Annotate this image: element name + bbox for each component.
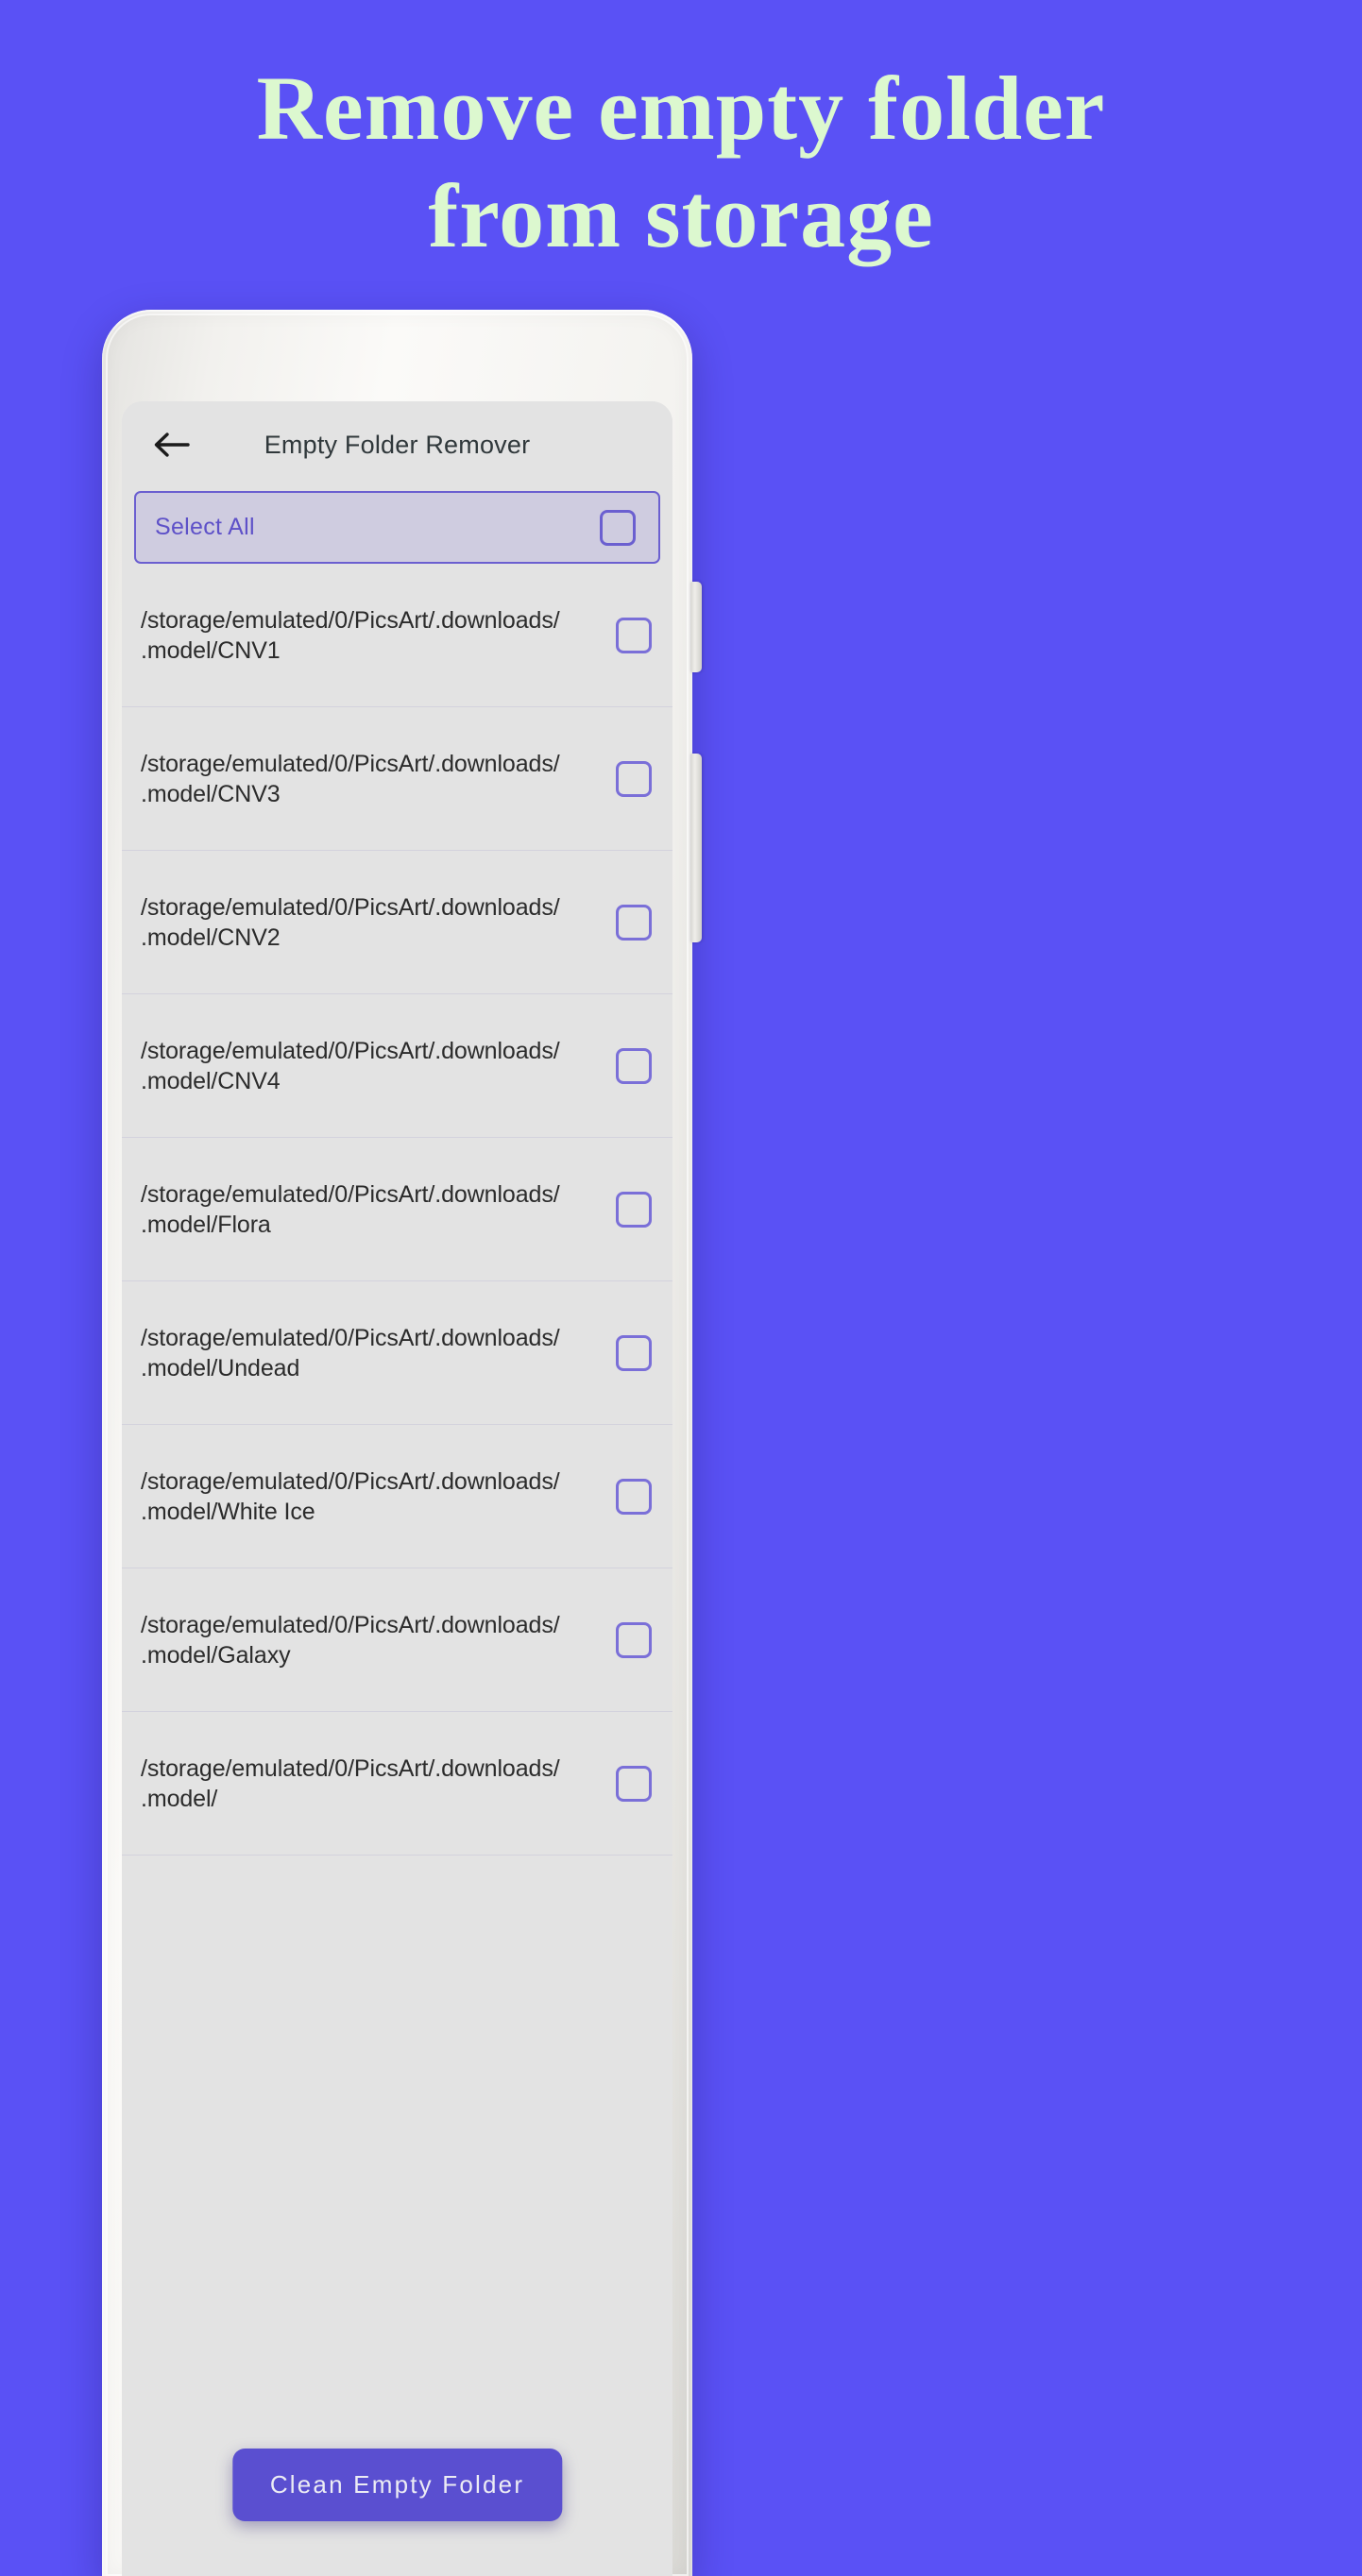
folder-path-label: /storage/emulated/0/PicsArt/.downloads/.… [141,1467,560,1525]
folder-checkbox[interactable] [616,1765,652,1802]
folder-checkbox[interactable] [616,760,652,797]
folder-path-label: /storage/emulated/0/PicsArt/.downloads/.… [141,1611,560,1669]
folder-checkbox[interactable] [616,1478,652,1515]
table-row[interactable]: /storage/emulated/0/PicsArt/.downloads/.… [122,1425,672,1568]
table-row[interactable]: /storage/emulated/0/PicsArt/.downloads/.… [122,1138,672,1281]
back-button[interactable] [146,420,196,469]
folder-checkbox[interactable] [616,1047,652,1084]
select-all-checkbox[interactable] [600,509,636,546]
power-button[interactable] [690,754,702,942]
folder-path-label: /storage/emulated/0/PicsArt/.downloads/.… [141,606,560,664]
table-row[interactable]: /storage/emulated/0/PicsArt/.downloads/.… [122,1568,672,1712]
table-row[interactable]: /storage/emulated/0/PicsArt/.downloads/.… [122,994,672,1138]
folder-checkbox[interactable] [616,1621,652,1658]
folder-path-label: /storage/emulated/0/PicsArt/.downloads/.… [141,1754,560,1812]
folder-path-label: /storage/emulated/0/PicsArt/.downloads/.… [141,1180,560,1238]
phone-screen: Empty Folder Remover Select All /storage… [122,401,672,2576]
table-row[interactable]: /storage/emulated/0/PicsArt/.downloads/.… [122,851,672,994]
arrow-left-icon [154,432,190,457]
folder-checkbox[interactable] [616,617,652,653]
folder-checkbox[interactable] [616,1334,652,1371]
page-title: Empty Folder Remover [264,430,531,459]
promo-headline-line-1: Remove empty folder [256,58,1106,159]
table-row[interactable]: /storage/emulated/0/PicsArt/.downloads/.… [122,1281,672,1425]
table-row[interactable]: /storage/emulated/0/PicsArt/.downloads/.… [122,564,672,707]
select-all-label: Select All [155,514,255,540]
table-row[interactable]: /storage/emulated/0/PicsArt/.downloads/.… [122,707,672,851]
folder-path-label: /storage/emulated/0/PicsArt/.downloads/.… [141,750,560,807]
app-bar: Empty Folder Remover [122,401,672,488]
folder-path-label: /storage/emulated/0/PicsArt/.downloads/.… [141,1324,560,1381]
folder-path-label: /storage/emulated/0/PicsArt/.downloads/.… [141,893,560,951]
folder-path-label: /storage/emulated/0/PicsArt/.downloads/.… [141,1037,560,1094]
promo-headline: Remove empty folder from storage [0,55,1362,270]
table-row[interactable]: /storage/emulated/0/PicsArt/.downloads/.… [122,1712,672,1856]
promo-headline-line-2: from storage [428,165,934,266]
folder-checkbox[interactable] [616,904,652,941]
folder-checkbox[interactable] [616,1191,652,1228]
volume-rocker-button[interactable] [690,582,702,672]
phone-mockup: Empty Folder Remover Select All /storage… [102,310,702,2576]
folder-list: /storage/emulated/0/PicsArt/.downloads/.… [122,564,672,1856]
clean-empty-folder-button[interactable]: Clean Empty Folder [231,2449,563,2521]
select-all-row[interactable]: Select All [134,491,660,564]
